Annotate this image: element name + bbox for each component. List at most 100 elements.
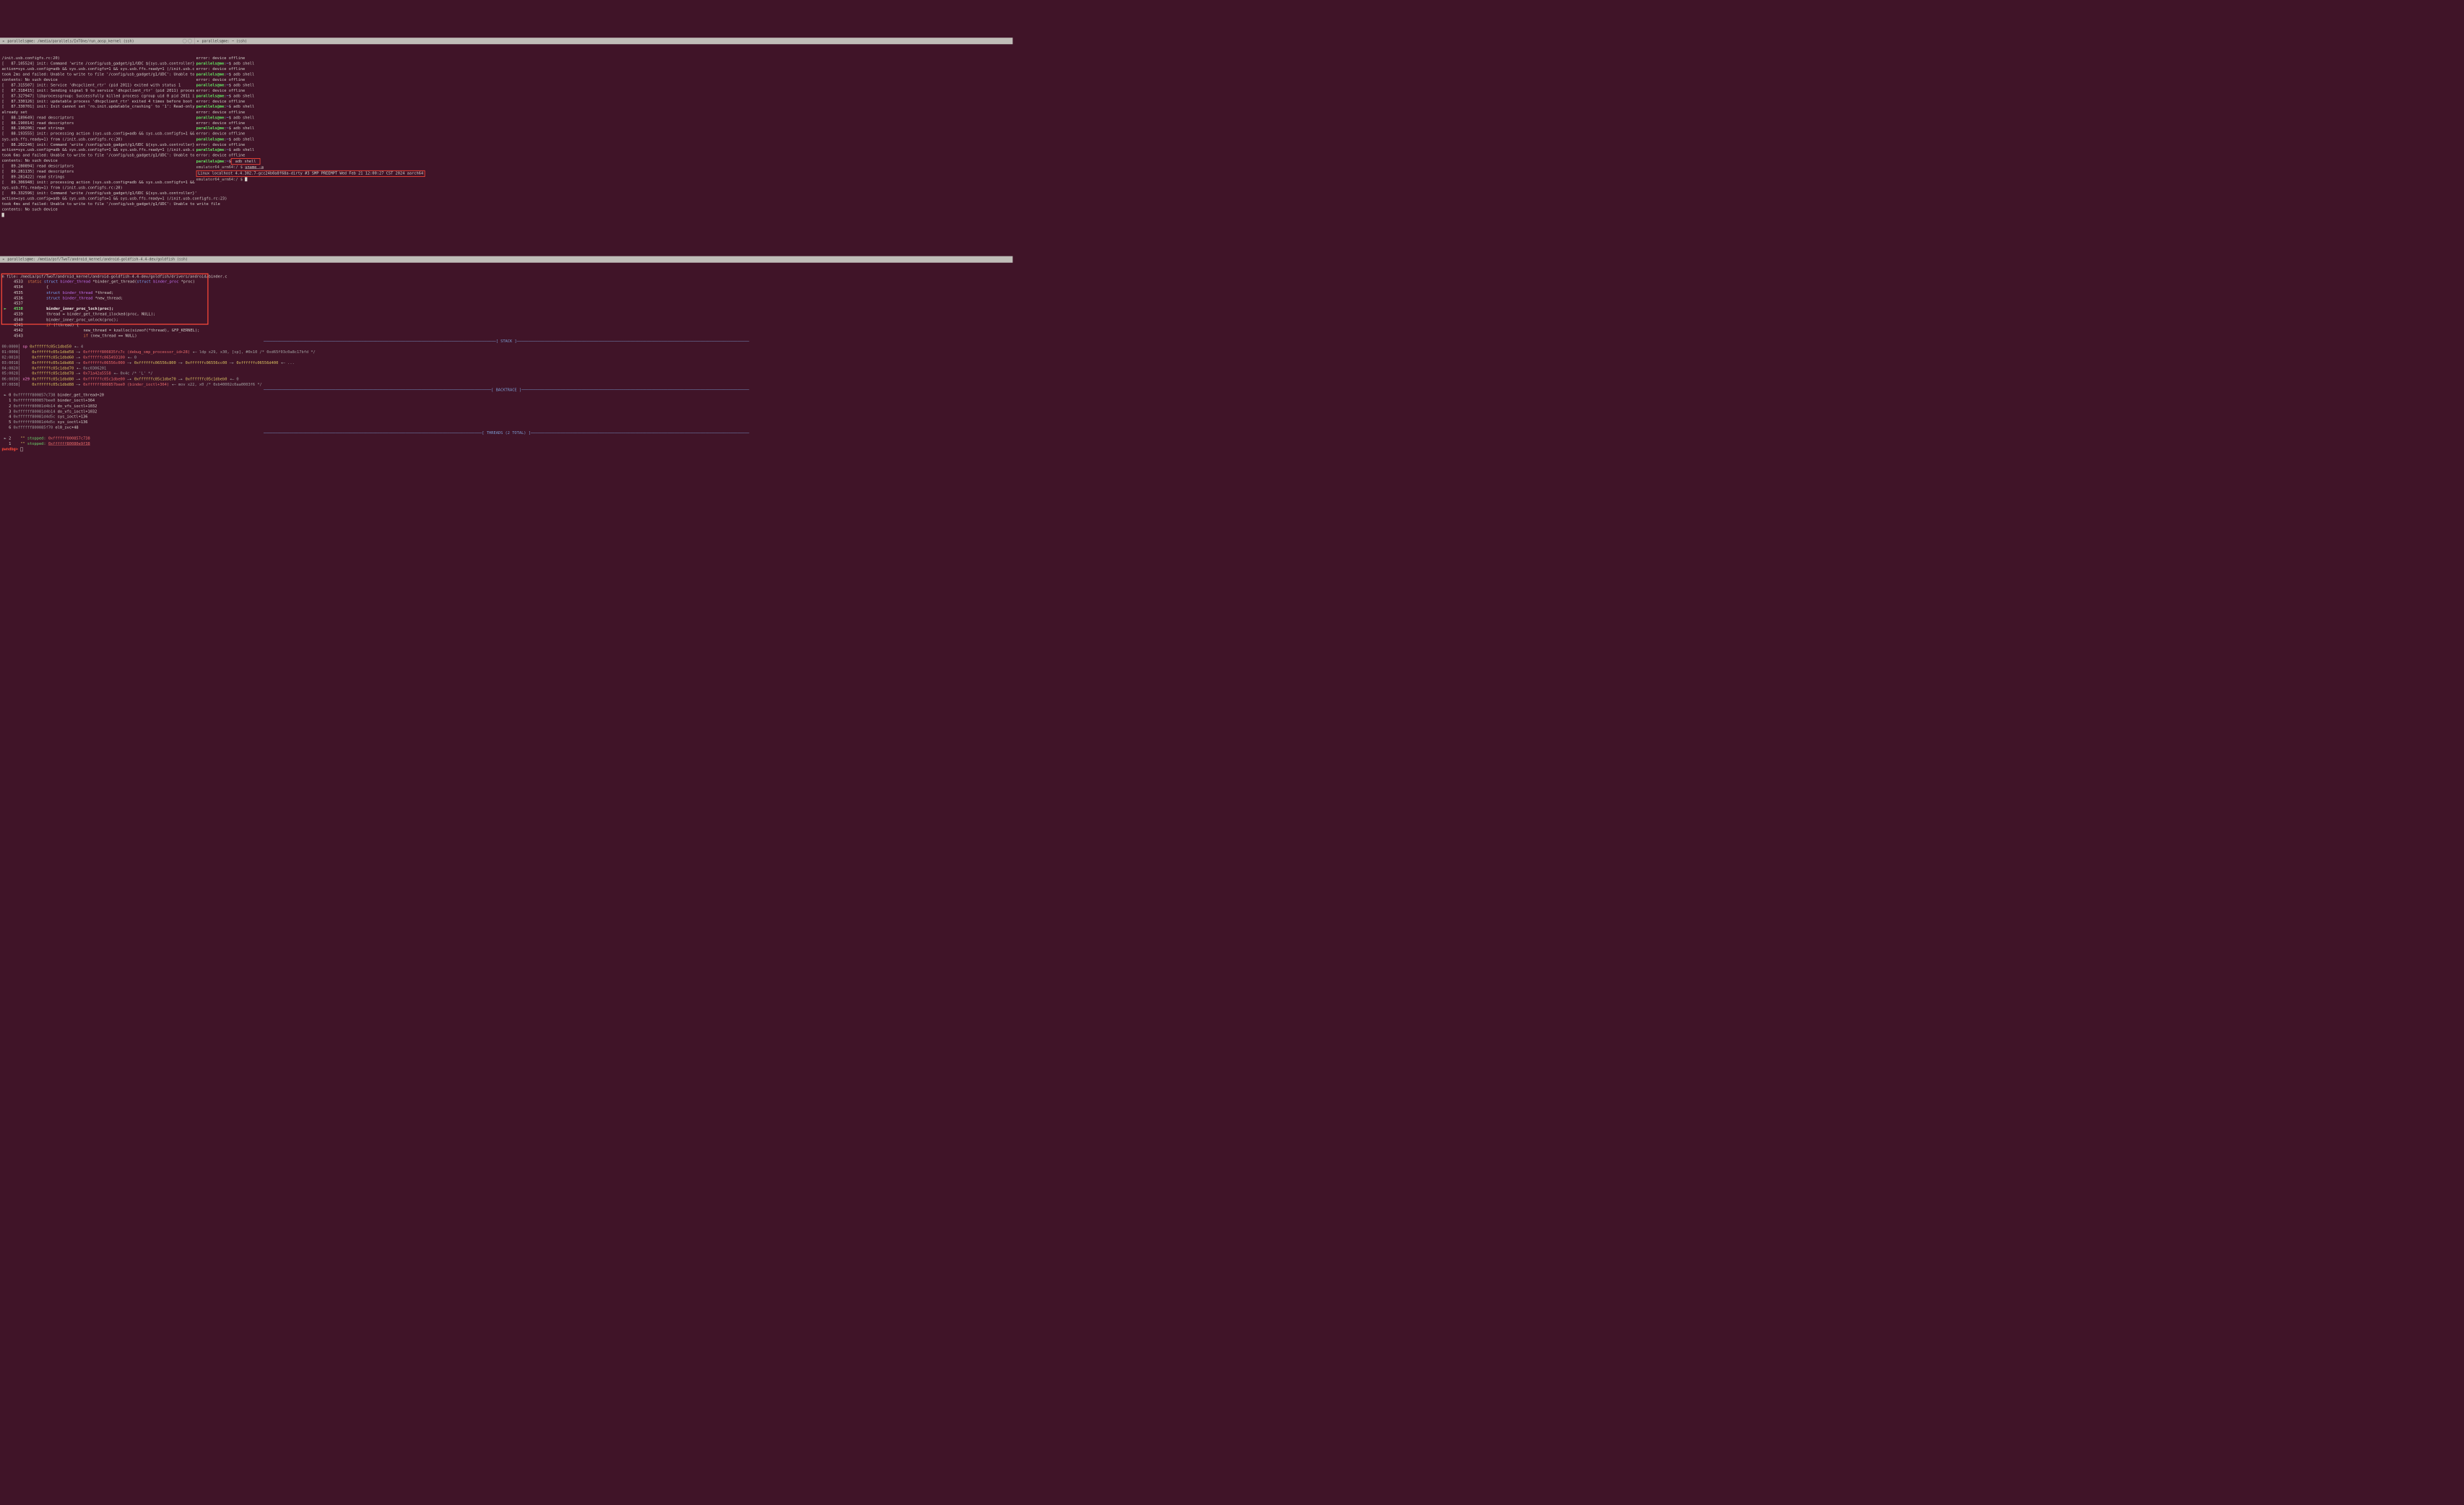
emulator-prompt-line[interactable]: emulator64_arm64:/ $ uname -a <box>196 165 1011 170</box>
log-line: error: device offline <box>196 66 1011 71</box>
prompt-line[interactable]: parallels@me:~$ adb shell <box>196 93 1011 98</box>
log-line: action=sys.usb.config=adb && sys.usb.con… <box>1 66 192 71</box>
pane-bottom: ✕ parallels@me: /media/psf/TwoT/android_… <box>0 246 1012 459</box>
source-line: 4534 { <box>1 285 1010 290</box>
log-line: [ 88.190014] read descriptors <box>1 121 192 126</box>
source-line: 4537 <box>1 301 1010 306</box>
prompt-line[interactable]: parallels@me:~$ adb shell <box>196 72 1011 77</box>
pane-top-left: ✕ parallels@me: /media/parallels/InTOne/… <box>0 27 194 229</box>
log-line: error: device offline <box>196 142 1011 147</box>
log-line: /init.usb.configfs.rc:20) <box>1 56 192 61</box>
prompt-line[interactable]: parallels@me:~$ adb shell <box>196 126 1011 131</box>
backtrace-line: 5 0xffffff80081d4d5c sys_ioctl+136 <box>1 420 1010 425</box>
log-line: [ 87.318415] init: Sending signal 9 to s… <box>1 88 192 93</box>
thread-line: ► 2 "" stopped: 0xffffff800857c738 <box>1 436 1010 441</box>
log-line: error: device offline <box>196 121 1011 126</box>
prompt-line[interactable]: parallels@me:~$ adb shell <box>196 104 1011 109</box>
emulator-prompt-line[interactable]: emulator64_arm64:/ $ <box>196 177 1011 182</box>
log-line: took 4ms and failed: Unable to write to … <box>1 201 192 207</box>
log-line: [ 89.281135] read descriptors <box>1 169 192 174</box>
close-icon[interactable]: ✕ <box>2 38 4 43</box>
log-line: took 6ms and failed: Unable to write to … <box>1 153 192 158</box>
log-line: error: device offline <box>196 88 1011 93</box>
window-button-icon[interactable] <box>188 39 192 43</box>
stack-line: 04:0020│ 0xffffffc05c1dbd70 ◂— 0xc030620… <box>1 365 1010 370</box>
log-line: [ 88.202246] init: Command 'write /confi… <box>1 142 192 147</box>
log-line: [ 87.315507] init: Service 'dhcpclient_r… <box>1 83 192 88</box>
stack-line: 00:0000│ sp 0xffffffc05c1dbd50 ◂— 4 <box>1 344 1010 350</box>
source-line: 4535 struct binder_thread *thread; <box>1 290 1010 295</box>
log-line: error: device offline <box>196 99 1011 104</box>
log-line: [ 89.306948] init: processing action (sy… <box>1 180 192 185</box>
stack-line: 02:0010│ 0xffffffc05c1dbd60 —▸ 0xffffffc… <box>1 355 1010 360</box>
prompt-line[interactable]: parallels@me:~$ adb shell <box>196 158 1011 165</box>
window-title: parallels@me: /media/parallels/InTOne/ru… <box>7 38 181 43</box>
log-line: contents: No such device <box>1 158 192 163</box>
debugger-output[interactable]: n file: /media/psf/TwoT/android_kernel/a… <box>0 274 1012 453</box>
log-line: error: device offline <box>196 77 1011 82</box>
log-line: sys.usb.ffs.ready=1) from (/init.usb.con… <box>1 186 192 191</box>
window-button-icon[interactable] <box>183 39 187 43</box>
cursor-icon <box>20 447 22 451</box>
terminal-output[interactable]: /init.usb.configfs.rc:20)[ 87.105524] in… <box>0 55 194 218</box>
log-line: [ 87.105524] init: Command 'write /confi… <box>1 61 192 66</box>
titlebar-top-right[interactable]: ✕ parallels@me: ~ (ssh) <box>194 38 1012 44</box>
log-line: took 2ms and failed: Unable to write to … <box>1 72 192 77</box>
section-backtrace: ────────────────────────────────────────… <box>1 387 1010 392</box>
top-row: ✕ parallels@me: /media/parallels/InTOne/… <box>0 27 1012 229</box>
log-line: contents: No such device <box>1 207 192 212</box>
titlebar-bottom[interactable]: ✕ parallels@me: /media/psf/TwoT/android_… <box>0 256 1012 263</box>
uname-output: Linux localhost 4.4.302.7-gcc24b0a8f68a-… <box>196 170 1011 177</box>
titlebar-top-left[interactable]: ✕ parallels@me: /media/parallels/InTOne/… <box>0 38 194 44</box>
close-icon[interactable]: ✕ <box>2 257 4 262</box>
log-line: error: device offline <box>196 153 1011 158</box>
terminal-cursor-line[interactable] <box>1 212 192 217</box>
cursor-icon <box>245 177 247 181</box>
log-line: contents: No such device <box>1 77 192 82</box>
stack-line: 07:0038│ 0xffffffc05c1dbd88 —▸ 0xffffff8… <box>1 382 1010 387</box>
log-line: [ 87.327947] libprocessgroup: Successful… <box>1 93 192 98</box>
backtrace-line: 2 0xffffff80081d4b14 do_vfs_ioctl+1032 <box>1 404 1010 409</box>
log-line: [ 88.189649] read descriptors <box>1 115 192 120</box>
log-line: [ 88.193555] init: processing action (sy… <box>1 131 192 136</box>
source-line: 4536 struct binder_thread *new_thread; <box>1 295 1010 300</box>
pwndbg-prompt[interactable]: pwndbg> <box>1 447 1010 452</box>
log-line: [ 87.330701] init: Init cannot set 'ro.i… <box>1 104 192 109</box>
stack-line: 01:0008│ 0xffffffc05c1dbd58 —▸ 0xffffff8… <box>1 350 1010 355</box>
section-threads: ────────────────────────────────────────… <box>1 430 1010 435</box>
backtrace-line: 3 0xffffff80081d4b14 do_vfs_ioctl+1032 <box>1 409 1010 414</box>
prompt-line[interactable]: parallels@me:~$ adb shell <box>196 115 1011 120</box>
log-line: [ 89.281422] read strings <box>1 175 192 180</box>
pane-top-right: ✕ parallels@me: ~ (ssh) error: device of… <box>194 27 1012 229</box>
backtrace-line: 4 0xffffff80081d4d5c sys_ioctl+136 <box>1 415 1010 420</box>
log-line: error: device offline <box>196 131 1011 136</box>
log-line: action=sys.usb.config=adb && sys.usb.con… <box>1 147 192 152</box>
prompt-line[interactable]: parallels@me:~$ adb shell <box>196 83 1011 88</box>
source-line: 4541 if (!thread) { <box>1 323 1010 328</box>
log-line: error: device offline <box>196 110 1011 115</box>
log-line: error: device offline <box>196 56 1011 61</box>
prompt-line[interactable]: parallels@me:~$ adb shell <box>196 147 1011 152</box>
prompt-line[interactable]: parallels@me:~$ adb shell <box>196 136 1011 142</box>
source-line: 4540 binder_inner_proc_unlock(proc); <box>1 317 1010 322</box>
highlight-box: Linux localhost 4.4.302.7-gcc24b0a8f68a-… <box>196 170 425 177</box>
prompt-line[interactable]: parallels@me:~$ adb shell <box>196 61 1011 66</box>
log-line: [ 89.280894] read descriptors <box>1 164 192 169</box>
source-line: 4542 new_thread = kzalloc(sizeof(*thread… <box>1 328 1010 333</box>
close-icon[interactable]: ✕ <box>196 38 199 43</box>
stack-line: 03:0018│ 0xffffffc05c1dbd68 —▸ 0xffffffc… <box>1 360 1010 365</box>
log-line: already set <box>1 110 192 115</box>
stack-line: 05:0028│ 0xffffffc05c1dbd78 —▸ 0x71a42a5… <box>1 371 1010 376</box>
source-line: 4543 if (new_thread == NULL) <box>1 334 1010 339</box>
backtrace-line: 1 0xffffff800857bee0 binder_ioctl+364 <box>1 398 1010 403</box>
stack-line: 06:0030│ x29 0xffffffc05c1dbd80 —▸ 0xfff… <box>1 376 1010 381</box>
window-title: parallels@me: ~ (ssh) <box>202 38 1010 43</box>
terminal-output[interactable]: error: device offlineparallels@me:~$ adb… <box>194 55 1012 183</box>
log-line: action=sys.usb.config=adb && sys.usb.con… <box>1 196 192 201</box>
backtrace-line: ► 0 0xffffff800857c738 binder_get_thread… <box>1 393 1010 398</box>
backtrace-line: 6 0xffffff800085f70 el0_svc+48 <box>1 425 1010 430</box>
source-line: 4533 static struct binder_thread *binder… <box>1 279 1010 285</box>
cursor-icon <box>1 213 4 217</box>
source-line: ► 4538 binder_inner_proc_lock(proc); <box>1 306 1010 311</box>
log-line: [ 87.330126] init: updatable process 'dh… <box>1 99 192 104</box>
